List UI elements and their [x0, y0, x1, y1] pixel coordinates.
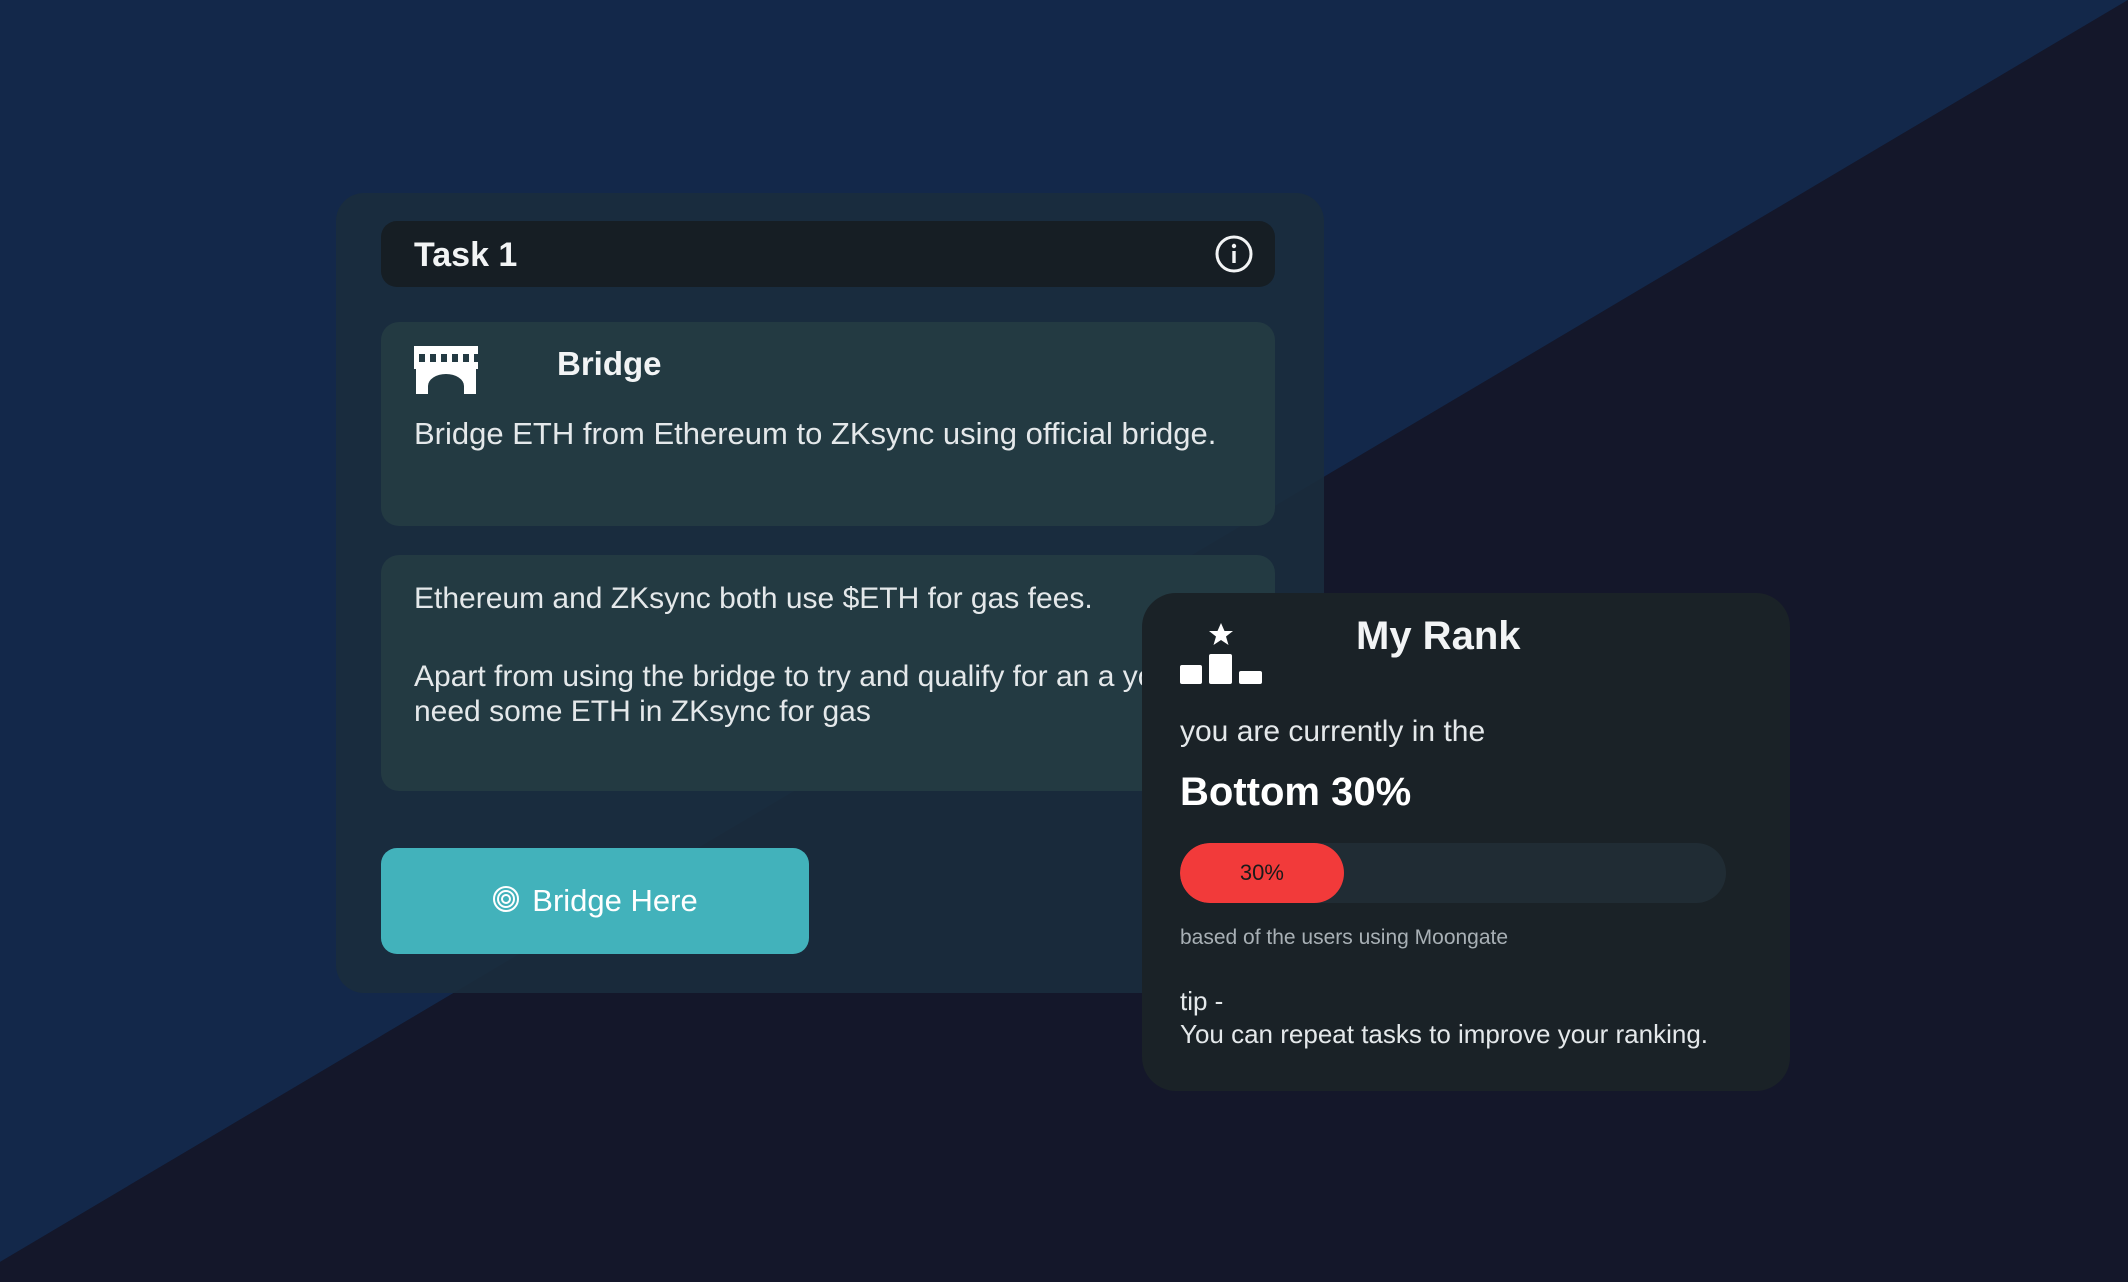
info-icon[interactable] — [1213, 233, 1255, 275]
rank-note: based of the users using Moongate — [1180, 926, 1509, 949]
rank-subtitle: you are currently in the — [1180, 715, 1486, 748]
tip-label: tip - — [1180, 986, 1224, 1016]
bridge-description: Bridge ETH from Ethereum to ZKsync using… — [414, 416, 1217, 451]
rank-progress-label: 30% — [1239, 860, 1284, 885]
rank-value: Bottom 30% — [1180, 770, 1412, 814]
rank-card: My Rank you are currently in the Bottom … — [1142, 593, 1790, 1091]
gas-info-text: Ethereum and ZKsync both use $ETH for ga… — [414, 582, 1093, 615]
rank-progress-bar: 30% — [1180, 843, 1726, 903]
bridge-title: Bridge — [557, 345, 662, 382]
tip-text: You can repeat tasks to improve your ran… — [1180, 1019, 1708, 1049]
gas-tip-text: Apart from using the bridge to try and q… — [414, 660, 1255, 728]
rank-progress-fill: 30% — [1180, 843, 1344, 903]
target-icon — [492, 885, 520, 918]
task-header: Task 1 — [381, 221, 1275, 287]
gas-info-panel: Ethereum and ZKsync both use $ETH for ga… — [381, 555, 1275, 791]
rank-title: My Rank — [1356, 614, 1521, 658]
bridge-here-button[interactable]: Bridge Here — [381, 848, 809, 954]
bridge-panel: Bridge Bridge ETH from Ethereum to ZKsyn… — [381, 322, 1275, 526]
bridge-icon — [414, 342, 478, 398]
podium-star-icon — [1180, 623, 1262, 693]
bridge-here-label: Bridge Here — [532, 883, 698, 918]
task-title: Task 1 — [414, 236, 518, 274]
